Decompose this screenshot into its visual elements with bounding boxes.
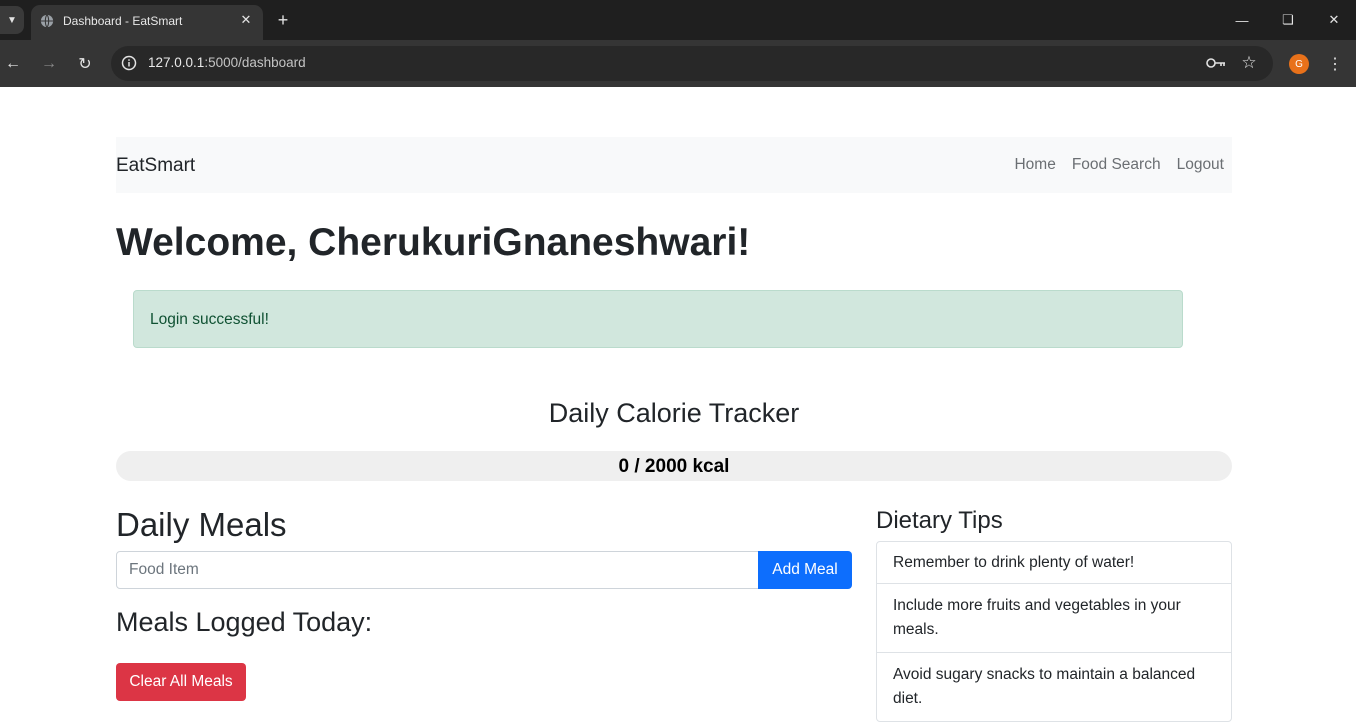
success-alert: Login successful!: [133, 290, 1183, 348]
add-meal-button[interactable]: Add Meal: [758, 551, 852, 589]
back-arrow-icon[interactable]: ←: [1, 52, 25, 76]
restore-icon[interactable]: ❏: [1277, 9, 1299, 31]
browser-tab[interactable]: Dashboard - EatSmart ✕: [31, 5, 263, 40]
list-item: Remember to drink plenty of water!: [877, 542, 1231, 584]
food-item-input[interactable]: [116, 551, 759, 589]
url-path: :5000/dashboard: [204, 55, 306, 70]
bookmark-star-icon[interactable]: ☆: [1239, 53, 1259, 73]
clear-all-meals-button[interactable]: Clear All Meals: [116, 663, 246, 701]
new-tab-icon[interactable]: +: [273, 10, 293, 30]
close-tab-icon[interactable]: ✕: [236, 10, 256, 30]
calorie-tracker-title: Daily Calorie Tracker: [548, 398, 800, 428]
nav-link-logout[interactable]: Logout: [1177, 156, 1224, 174]
password-key-icon[interactable]: [1205, 54, 1227, 72]
list-item: Include more fruits and vegetables in yo…: [877, 584, 1231, 653]
add-meal-form: Add Meal: [116, 551, 852, 589]
browser-toolbar: ← → ↻ 127.0.0.1:5000/dashboard ☆ G ⋮: [0, 40, 1356, 87]
reload-icon[interactable]: ↻: [73, 52, 97, 76]
list-item: Avoid sugary snacks to maintain a balanc…: [893, 666, 1196, 707]
menu-kebab-icon[interactable]: ⋮: [1325, 52, 1345, 76]
daily-meals-heading: Daily Meals: [116, 506, 287, 543]
nav-link-home[interactable]: Home: [1014, 156, 1055, 174]
browser-tab-bar: ▼ Dashboard - EatSmart ✕ + — ❏ ✕: [0, 0, 1356, 40]
dietary-tips-list: Remember to drink plenty of water! Inclu…: [876, 541, 1232, 722]
nav-links: Home Food Search Logout: [1014, 156, 1224, 174]
calorie-progress-bar: 0 / 2000 kcal: [116, 451, 1232, 481]
page-content: EatSmart Home Food Search Logout Welcome…: [0, 87, 1356, 722]
tab-search-chevron-icon[interactable]: ▼: [0, 6, 24, 34]
page-title: Welcome, CherukuriGnaneshwari!: [116, 221, 751, 264]
site-info-icon[interactable]: [120, 54, 138, 72]
url-host: 127.0.0.1: [148, 55, 205, 70]
globe-icon: [40, 14, 54, 28]
nav-link-food-search[interactable]: Food Search: [1072, 156, 1161, 174]
alert-message: Login successful!: [150, 311, 269, 328]
url-text: 127.0.0.1:5000/dashboard: [148, 55, 306, 70]
minimize-icon[interactable]: —: [1231, 9, 1253, 31]
calorie-progress-label: 0 / 2000 kcal: [618, 456, 730, 477]
forward-arrow-icon[interactable]: →: [37, 52, 61, 76]
dietary-tips-heading: Dietary Tips: [876, 507, 1003, 534]
site-navbar: EatSmart Home Food Search Logout: [116, 137, 1232, 193]
meals-logged-heading: Meals Logged Today:: [116, 607, 373, 637]
address-bar[interactable]: 127.0.0.1:5000/dashboard ☆: [111, 46, 1273, 81]
tab-title: Dashboard - EatSmart: [63, 14, 183, 28]
profile-avatar[interactable]: G: [1289, 54, 1309, 74]
brand-link[interactable]: EatSmart: [116, 155, 195, 177]
window-close-icon[interactable]: ✕: [1323, 9, 1345, 31]
